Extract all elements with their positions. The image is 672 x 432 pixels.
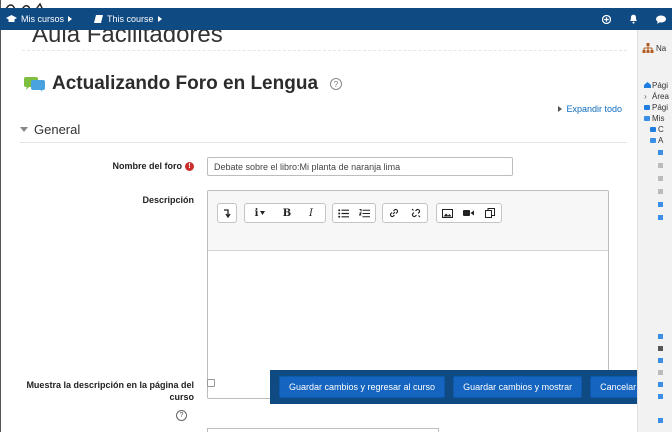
activity-icon [658,346,663,351]
unlink-button[interactable] [405,204,427,222]
caret-right-icon [68,16,73,22]
help-icon[interactable]: ? [330,78,343,90]
drawer-item-4[interactable]: C [658,125,664,134]
unordered-list-button[interactable] [333,204,354,222]
italic-button[interactable]: I [299,204,323,222]
video-camera-icon [463,210,475,216]
page-title: Actualizando Foro en Lengua [52,73,319,94]
ordered-list-button[interactable] [354,204,375,222]
toolbar-group-1 [217,203,237,223]
expand-toolbar-button[interactable] [218,204,236,222]
toolbar-group-4 [382,203,428,223]
folder-open-icon [644,116,650,121]
drawer-item-1-caret: › [644,92,647,101]
activity-icon [658,418,663,423]
expand-all-link[interactable]: Expandir todo [558,104,622,114]
manage-files-button[interactable] [480,204,501,222]
toolbar-group-3 [332,203,376,223]
show-description-label: Muestra la descripción en la página del … [10,379,194,403]
drawer-nav-title: Na [656,44,667,53]
caret-down-icon [20,127,28,132]
forum-name-input[interactable]: Debate sobre el libro:Mi planta de naran… [207,157,513,176]
sitemap-icon [642,43,654,53]
image-button[interactable] [437,204,458,222]
home-icon [644,82,651,88]
show-description-checkbox[interactable] [207,379,215,387]
section-general-toggle[interactable]: General [20,122,80,137]
link-icon [389,208,399,218]
caret-right-icon [157,16,162,22]
nav-right-icons [602,14,672,24]
screen: Mis cursos This course Aula Facilitadore… [0,0,672,432]
paragraph-style-button[interactable]: i [245,204,275,222]
activity-icon [658,202,663,207]
activity-icon [658,215,663,220]
bold-button[interactable]: B [275,204,299,222]
caret-right-icon [558,106,563,112]
nav-this-course-label: This course [107,14,154,24]
drawer-item-5[interactable]: A [658,136,663,145]
toolbar-group-2: i B I [244,203,326,223]
graduation-cap-icon [6,15,17,22]
forum-icon [24,77,45,92]
book-icon [94,15,104,23]
save-return-button[interactable]: Guardar cambios y regresar al curso [279,376,446,398]
list-ul-icon [338,208,349,218]
activity-icon [658,163,663,168]
media-button[interactable] [458,204,479,222]
forum-name-label: Nombre del foro! [70,161,194,172]
list-ol-icon [359,208,370,217]
drawer-item-0[interactable]: Pági [652,81,668,90]
drawer-item-3[interactable]: Mis [652,114,664,123]
course-heading: Aula Facilitadores [32,30,223,48]
activity-icon [658,370,663,375]
save-display-button[interactable]: Guardar cambios y mostrar [453,376,583,398]
level-down-icon [224,208,231,218]
forum-name-value: Debate sobre el libro:Mi planta de naran… [214,161,401,172]
forum-name-label-text: Nombre del foro [112,161,182,171]
bell-icon[interactable] [629,14,638,24]
show-description-label-line1: Muestra la descripción en la página del [26,380,194,390]
editor-toolbar: i B I [208,191,608,251]
activity-icon [658,358,663,363]
link-button[interactable] [383,204,405,222]
toolbar-group-5 [436,203,502,223]
plus-circle-icon[interactable] [602,14,611,24]
expand-all-label: Expandir todo [566,104,622,114]
description-editor: i B I [207,190,609,399]
help-icon[interactable]: ? [176,410,187,421]
message-icon[interactable] [656,15,666,24]
activity-icon [658,176,663,181]
next-field-input[interactable] [207,428,439,432]
section-general-label: General [34,122,81,137]
folder-icon [650,127,656,132]
activity-icon [658,150,663,155]
activity-icon [658,189,663,194]
activity-icon [658,334,663,339]
header-separator [22,50,627,51]
description-label: Descripción [142,195,194,205]
sticky-footer: Guardar cambios y regresar al curso Guar… [270,370,647,404]
nav-my-courses[interactable]: Mis cursos [0,14,78,24]
required-icon: ! [185,162,194,172]
window-left-border [0,0,1,432]
activity-icon [658,394,663,399]
activity-icon [658,382,663,387]
page-title-row: Actualizando Foro en Lengua ? [24,73,343,95]
section-separator [20,142,627,143]
unlink-icon [411,208,421,218]
drawer-item-1[interactable]: Área [652,92,669,101]
drawer-item-2[interactable]: Pági [652,103,668,112]
nav-this-course[interactable]: This course [88,14,168,24]
nav-my-courses-label: Mis cursos [21,14,65,24]
caret-down-icon [260,211,266,215]
copy-files-icon [485,208,496,218]
image-icon [442,208,454,218]
show-description-label-line2: curso [169,392,194,402]
folder-icon [644,105,650,110]
top-navbar: Mis cursos This course [0,8,672,30]
right-drawer: Na Pági › Área Pági Mis C A [637,30,672,432]
folder-open-icon [650,138,656,143]
